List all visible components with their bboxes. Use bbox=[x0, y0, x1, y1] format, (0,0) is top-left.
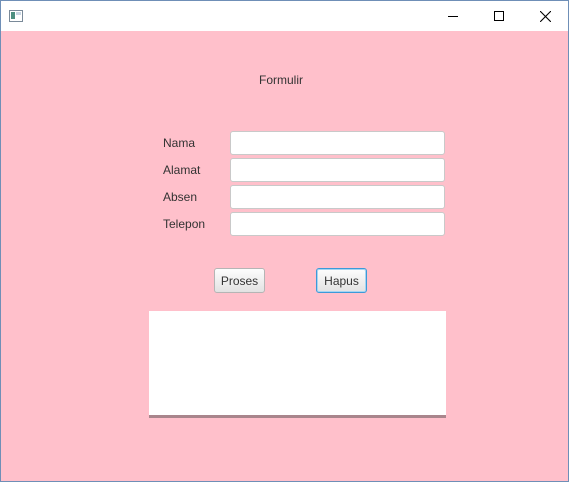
absen-label: Absen bbox=[163, 190, 198, 204]
title-bar[interactable] bbox=[1, 1, 568, 31]
telepon-input[interactable] bbox=[230, 212, 445, 236]
nama-input[interactable] bbox=[230, 131, 445, 155]
hapus-button[interactable]: Hapus bbox=[316, 268, 367, 293]
form-content: Formulir Nama Alamat Absen Telepon Prose… bbox=[1, 31, 568, 481]
alamat-input[interactable] bbox=[230, 158, 445, 182]
minimize-button[interactable] bbox=[430, 1, 476, 31]
output-text-area[interactable] bbox=[149, 311, 446, 418]
absen-input[interactable] bbox=[230, 185, 445, 209]
proses-button[interactable]: Proses bbox=[214, 268, 265, 293]
app-window: Formulir Nama Alamat Absen Telepon Prose… bbox=[0, 0, 569, 482]
close-button[interactable] bbox=[522, 1, 568, 31]
maximize-button[interactable] bbox=[476, 1, 522, 31]
close-icon bbox=[539, 10, 551, 22]
form-title: Formulir bbox=[259, 73, 303, 87]
nama-label: Nama bbox=[163, 136, 196, 150]
telepon-label: Telepon bbox=[163, 217, 206, 231]
maximize-icon bbox=[494, 11, 504, 21]
minimize-icon bbox=[448, 16, 458, 17]
app-icon bbox=[9, 9, 23, 22]
alamat-label: Alamat bbox=[163, 163, 201, 177]
